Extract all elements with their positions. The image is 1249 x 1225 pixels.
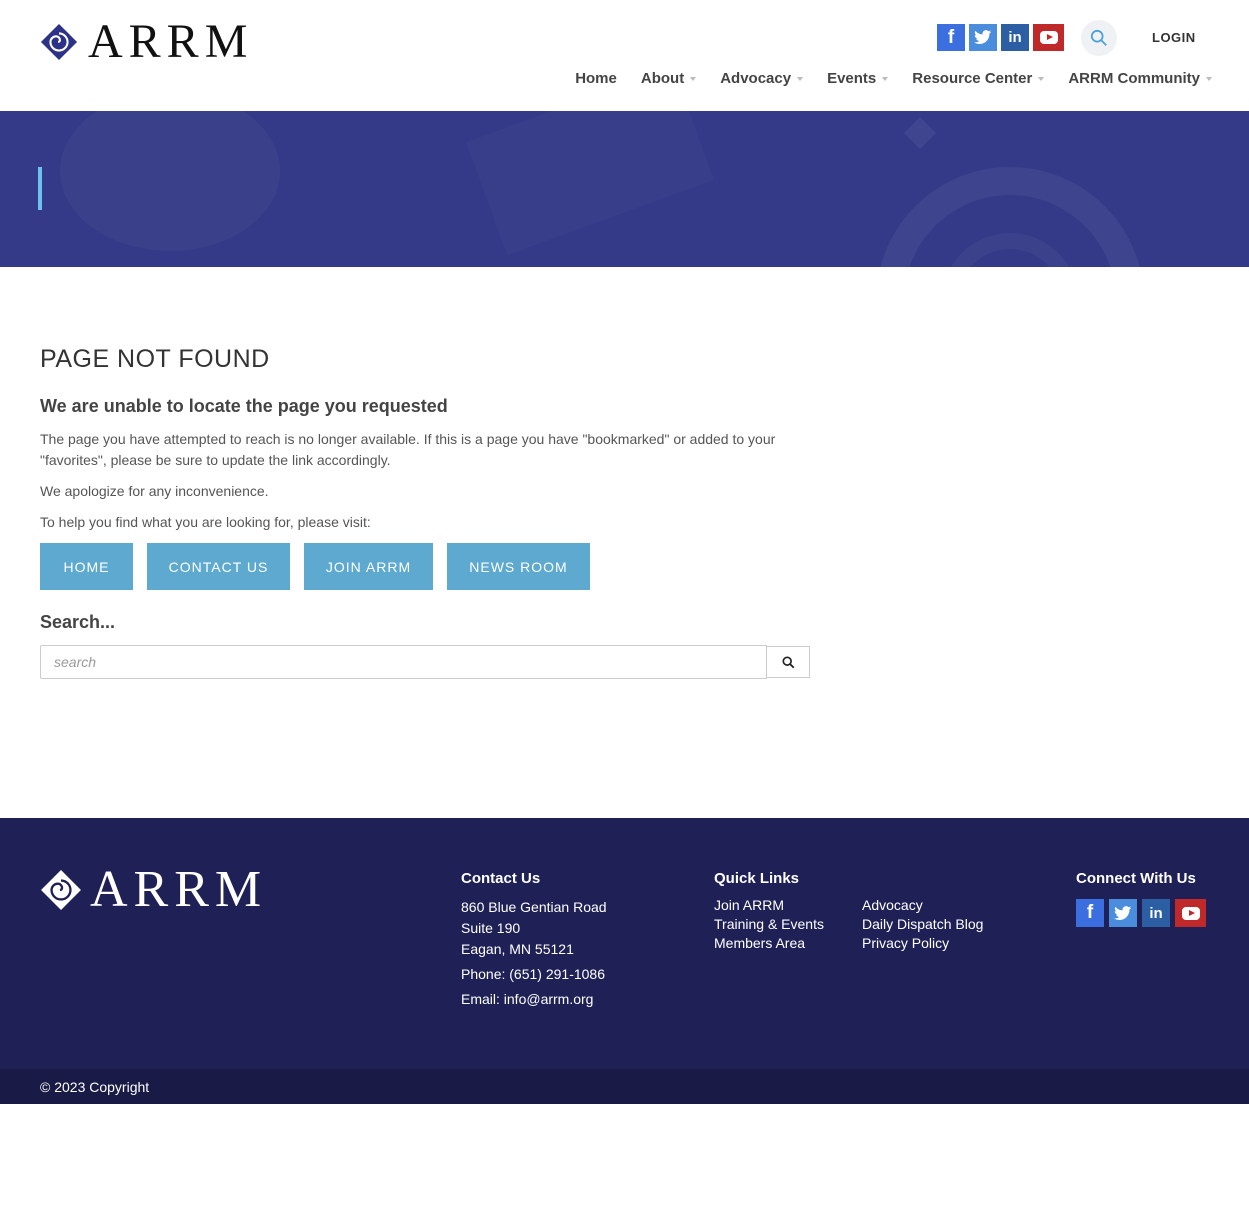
nav-item-home[interactable]: Home <box>575 70 617 87</box>
connect-heading: Connect With Us <box>1076 870 1196 887</box>
header-search-button[interactable] <box>1081 20 1117 56</box>
search-form: search <box>40 645 810 679</box>
chevron-down-icon <box>1206 76 1212 81</box>
help-message: To help you find what you are looking fo… <box>40 514 371 530</box>
page-title: PAGE NOT FOUND <box>40 345 270 373</box>
arrm-logo-icon <box>40 23 78 61</box>
main-content: PAGE NOT FOUND We are unable to locate t… <box>40 345 810 679</box>
linkedin-icon[interactable]: in <box>1142 899 1170 927</box>
facebook-icon[interactable]: f <box>937 24 965 51</box>
footer-logo-wordmark: ARRM <box>90 861 268 918</box>
quick-links-heading: Quick Links <box>714 870 800 887</box>
search-heading: Search... <box>40 612 116 632</box>
header-social-links: f in <box>937 24 1064 51</box>
footer-link-privacy-policy[interactable]: Privacy Policy <box>862 935 1012 951</box>
footer-quick-links: Quick Links Join ARRM Advocacy Training … <box>714 870 1012 951</box>
arrm-logo-icon <box>41 870 81 910</box>
footer-social-links: f in <box>1076 899 1206 927</box>
chevron-down-icon <box>882 76 889 81</box>
footer-connect: Connect With Us <box>1076 870 1196 897</box>
quick-nav-buttons: HOME CONTACT US JOIN ARRM NEWS ROOM <box>40 543 810 590</box>
contact-us-button[interactable]: CONTACT US <box>147 543 290 590</box>
copyright-text: © 2023 Copyright <box>40 1078 150 1095</box>
address-line-1: 860 Blue Gentian Road <box>461 899 607 915</box>
contact-heading: Contact Us <box>461 870 541 887</box>
footer-link-members-area[interactable]: Members Area <box>714 935 862 951</box>
site-logo[interactable]: ARRM <box>40 15 254 68</box>
phone-number[interactable]: Phone: (651) 291-1086 <box>461 964 607 985</box>
site-footer: ARRM Contact Us 860 Blue Gentian Road Su… <box>0 818 1249 1069</box>
chevron-down-icon <box>797 76 804 81</box>
email-address[interactable]: Email: info@arrm.org <box>461 989 607 1010</box>
nav-item-arrm-community[interactable]: ARRM Community <box>1068 70 1212 87</box>
search-submit-button[interactable] <box>767 646 810 678</box>
nav-item-advocacy[interactable]: Advocacy <box>720 70 804 87</box>
search-icon <box>781 655 794 668</box>
footer-contact: Contact Us 860 Blue Gentian Road Suite 1… <box>461 870 607 1010</box>
site-header: ARRM f in LOGIN Home About Advocacy Even… <box>0 0 1249 111</box>
footer-link-training-events[interactable]: Training & Events <box>714 916 862 932</box>
login-link[interactable]: LOGIN <box>1152 30 1196 45</box>
footer-link-daily-dispatch-blog[interactable]: Daily Dispatch Blog <box>862 916 1012 932</box>
footer-logo[interactable]: ARRM <box>40 861 268 918</box>
footer-link-advocacy[interactable]: Advocacy <box>862 897 1012 913</box>
banner-accent-bar <box>38 167 42 210</box>
chevron-down-icon <box>690 76 697 81</box>
chevron-down-icon <box>1038 76 1045 81</box>
linkedin-icon[interactable]: in <box>1001 24 1029 51</box>
page-banner <box>0 111 1249 267</box>
facebook-icon[interactable]: f <box>1076 899 1104 927</box>
youtube-icon[interactable] <box>1175 899 1206 927</box>
address-line-3: Eagan, MN 55121 <box>461 941 574 957</box>
search-icon <box>1090 29 1107 46</box>
twitter-icon[interactable] <box>969 24 997 51</box>
nav-item-about[interactable]: About <box>641 70 697 87</box>
footer-link-join-arrm[interactable]: Join ARRM <box>714 897 862 913</box>
address-line-2: Suite 190 <box>461 920 521 936</box>
logo-wordmark: ARRM <box>88 15 254 68</box>
twitter-icon[interactable] <box>1109 899 1137 927</box>
news-room-button[interactable]: NEWS ROOM <box>447 543 590 590</box>
apology-message: We apologize for any inconvenience. <box>40 483 269 499</box>
banner-background-image <box>880 117 1140 267</box>
main-nav: Home About Advocacy Events Resource Cent… <box>575 70 1212 87</box>
nav-item-events[interactable]: Events <box>827 70 889 87</box>
copyright-bar: © 2023 Copyright <box>0 1069 1249 1104</box>
nav-item-resource-center[interactable]: Resource Center <box>912 70 1045 87</box>
search-input[interactable]: search <box>40 645 767 679</box>
page-subtitle: We are unable to locate the page you req… <box>40 396 448 416</box>
join-arrm-button[interactable]: JOIN ARRM <box>304 543 433 590</box>
youtube-icon[interactable] <box>1033 24 1064 51</box>
not-found-message: The page you have attempted to reach is … <box>40 431 776 468</box>
home-button[interactable]: HOME <box>40 543 133 590</box>
